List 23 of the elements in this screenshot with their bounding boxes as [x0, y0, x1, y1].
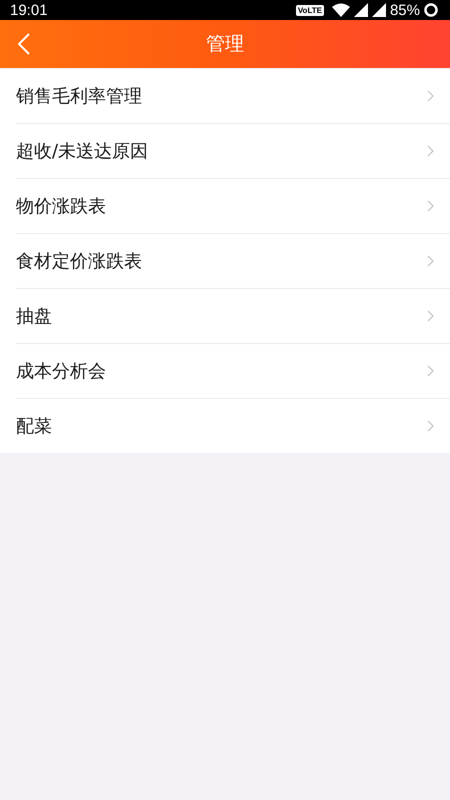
- chevron-right-icon: [427, 200, 434, 212]
- menu-item[interactable]: 超收/未送达原因: [16, 124, 450, 179]
- menu-item[interactable]: 物价涨跌表: [16, 179, 450, 234]
- signal-icon: [372, 3, 386, 17]
- chevron-left-icon: [18, 33, 30, 55]
- chevron-right-icon: [427, 145, 434, 157]
- clock-time: 19:01: [10, 2, 48, 18]
- page-title: 管理: [206, 32, 244, 57]
- signal-icon: [354, 3, 368, 17]
- menu-item[interactable]: 抽盘: [16, 289, 450, 344]
- menu-item[interactable]: 销售毛利率管理: [16, 69, 450, 124]
- chevron-right-icon: [427, 90, 434, 102]
- chevron-right-icon: [427, 310, 434, 322]
- menu-item[interactable]: 食材定价涨跌表: [16, 234, 450, 289]
- network-badge: VoLTE: [296, 4, 324, 16]
- battery-level: 85%: [390, 2, 420, 18]
- menu-item[interactable]: 成本分析会: [16, 344, 450, 399]
- chevron-right-icon: [427, 420, 434, 432]
- chevron-right-icon: [427, 365, 434, 377]
- chevron-right-icon: [427, 255, 434, 267]
- menu-item[interactable]: 配菜: [16, 399, 450, 453]
- wifi-icon: [332, 3, 350, 17]
- battery-ring-icon: [424, 3, 438, 17]
